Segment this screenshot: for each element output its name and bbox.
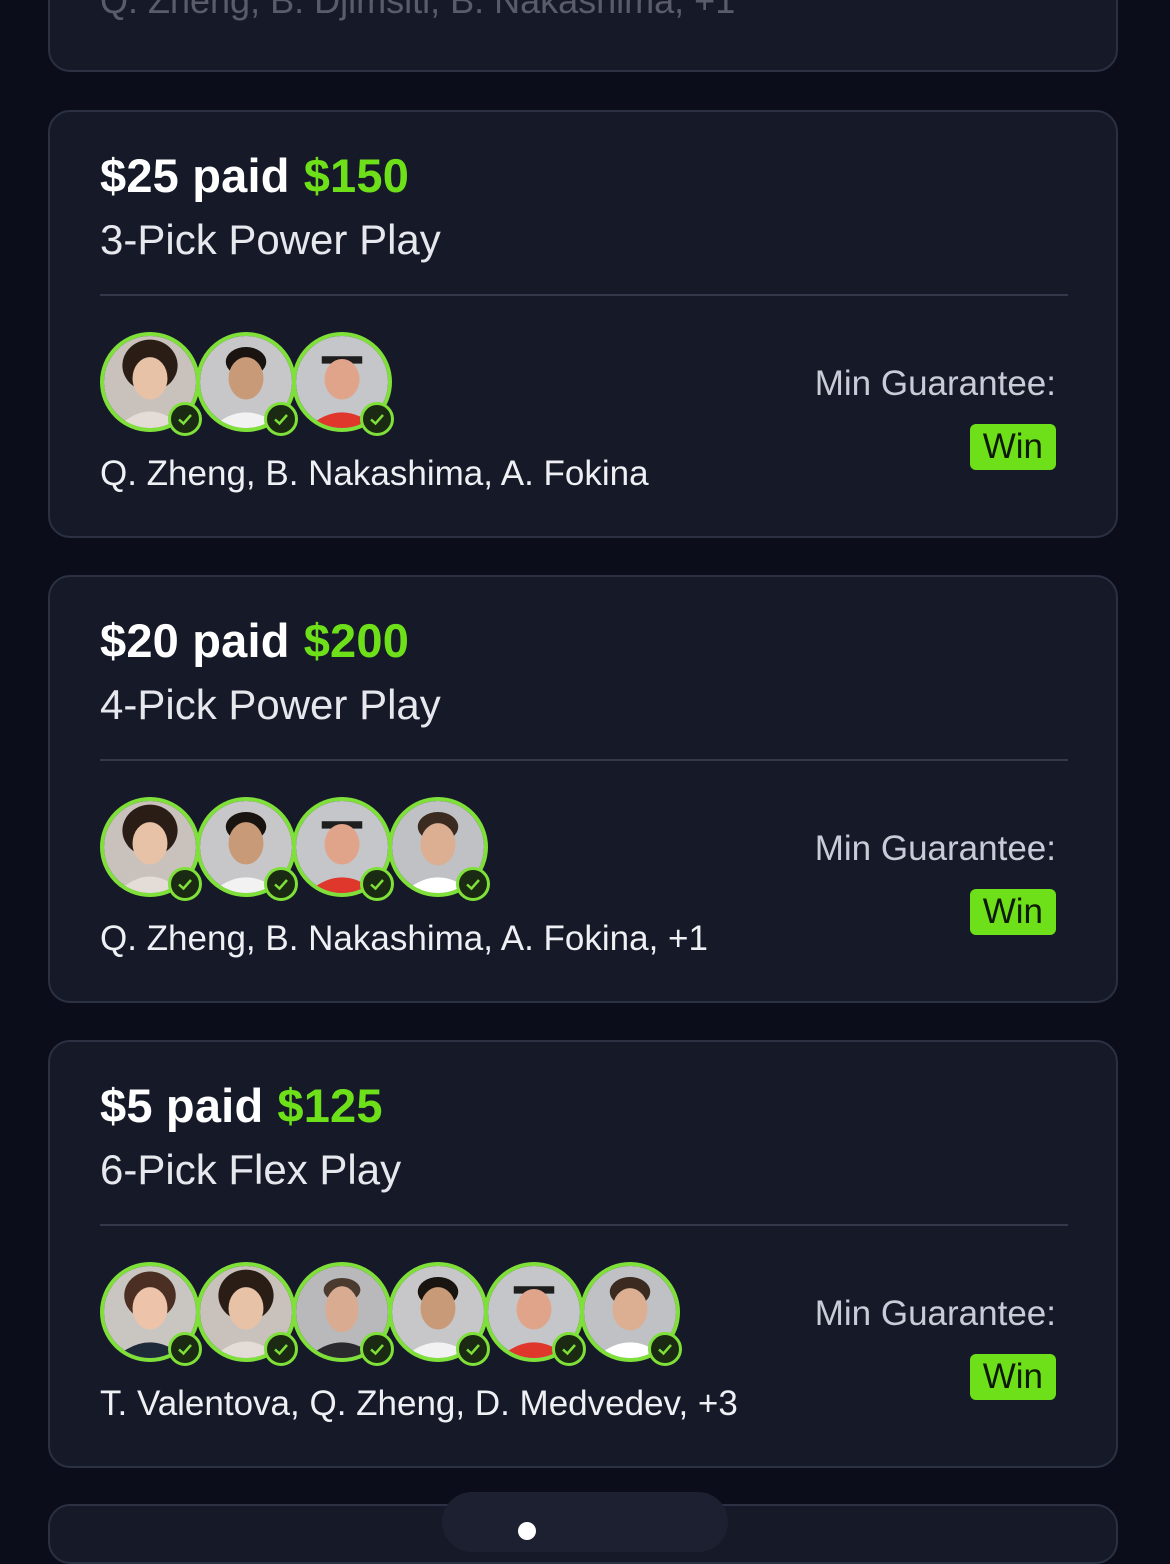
- min-guarantee-label: Min Guarantee:: [814, 1294, 1056, 1333]
- player-avatar: [292, 1262, 394, 1366]
- check-icon: [264, 867, 298, 901]
- entry-player-names: T. Valentova, Q. Zheng, D. Medvedev, +3: [100, 1384, 738, 1423]
- check-icon: [360, 1332, 394, 1366]
- player-avatar: [100, 797, 202, 901]
- player-avatar: [100, 332, 202, 436]
- check-icon: [264, 402, 298, 436]
- dot-icon: [518, 1522, 536, 1540]
- entry-player-names: Q. Zheng, B. Djimsiti, B. Nakashima, +1: [100, 0, 736, 21]
- player-avatar: [292, 332, 394, 436]
- entry-player-names: Q. Zheng, B. Nakashima, A. Fokina, +1: [100, 919, 708, 958]
- entry-paid-amount: $20 paid: [100, 614, 290, 667]
- entry-card[interactable]: $25 paid $150 3-Pick Power Play Q. Zheng,…: [48, 110, 1118, 538]
- entry-paid-amount: $5 paid: [100, 1079, 264, 1132]
- entry-headline: $20 paid $200: [100, 613, 409, 668]
- entry-won-amount: $125: [277, 1079, 383, 1132]
- entry-play-type: 6-Pick Flex Play: [100, 1146, 402, 1193]
- min-guarantee-label: Min Guarantee:: [814, 364, 1056, 403]
- player-avatars: [100, 332, 394, 442]
- player-avatar: [292, 797, 394, 901]
- player-avatar: [196, 332, 298, 436]
- check-icon: [168, 1332, 202, 1366]
- check-icon: [360, 402, 394, 436]
- entry-headline: $25 paid $150: [100, 148, 409, 203]
- entry-won-amount: $150: [303, 149, 410, 202]
- check-icon: [648, 1332, 682, 1366]
- check-icon: [360, 867, 394, 901]
- player-avatar: [196, 797, 298, 901]
- entry-headline: $5 paid $125: [100, 1078, 383, 1133]
- entry-card[interactable]: $20 paid $200 4-Pick Power Play Q. Zheng,…: [48, 575, 1118, 1003]
- player-avatar: [484, 1262, 586, 1366]
- entry-card-partial-top[interactable]: Q. Zheng, B. Djimsiti, B. Nakashima, +1: [48, 0, 1118, 72]
- min-guarantee: Min Guarantee: Win: [815, 364, 1056, 470]
- entry-card[interactable]: $5 paid $125 6-Pick Flex Play T. Valentov…: [48, 1040, 1118, 1468]
- entry-play-type: 3-Pick Power Play: [100, 216, 441, 263]
- check-icon: [456, 867, 490, 901]
- min-guarantee: Min Guarantee: Win: [815, 829, 1056, 935]
- divider: [100, 759, 1068, 761]
- player-avatar: [100, 1262, 202, 1366]
- player-avatars: [100, 1262, 682, 1372]
- entry-play-type: 4-Pick Power Play: [100, 681, 441, 728]
- min-guarantee: Min Guarantee: Win: [815, 1294, 1056, 1400]
- check-icon: [168, 867, 202, 901]
- result-badge: Win: [969, 889, 1056, 935]
- check-icon: [552, 1332, 586, 1366]
- check-icon: [168, 402, 202, 436]
- entry-won-amount: $200: [303, 614, 410, 667]
- min-guarantee-label: Min Guarantee:: [814, 829, 1056, 868]
- player-avatar: [388, 1262, 490, 1366]
- player-avatar: [580, 1262, 682, 1366]
- result-badge: Win: [969, 1354, 1056, 1400]
- player-avatars: [100, 797, 490, 907]
- check-icon: [456, 1332, 490, 1366]
- floating-nav-pill[interactable]: [442, 1492, 728, 1552]
- player-avatar: [196, 1262, 298, 1366]
- divider: [100, 294, 1068, 296]
- result-badge: Win: [969, 424, 1056, 470]
- check-icon: [264, 1332, 298, 1366]
- player-avatar: [388, 797, 490, 901]
- divider: [100, 1224, 1068, 1226]
- entry-paid-amount: $25 paid: [100, 149, 290, 202]
- entry-player-names: Q. Zheng, B. Nakashima, A. Fokina: [100, 454, 649, 493]
